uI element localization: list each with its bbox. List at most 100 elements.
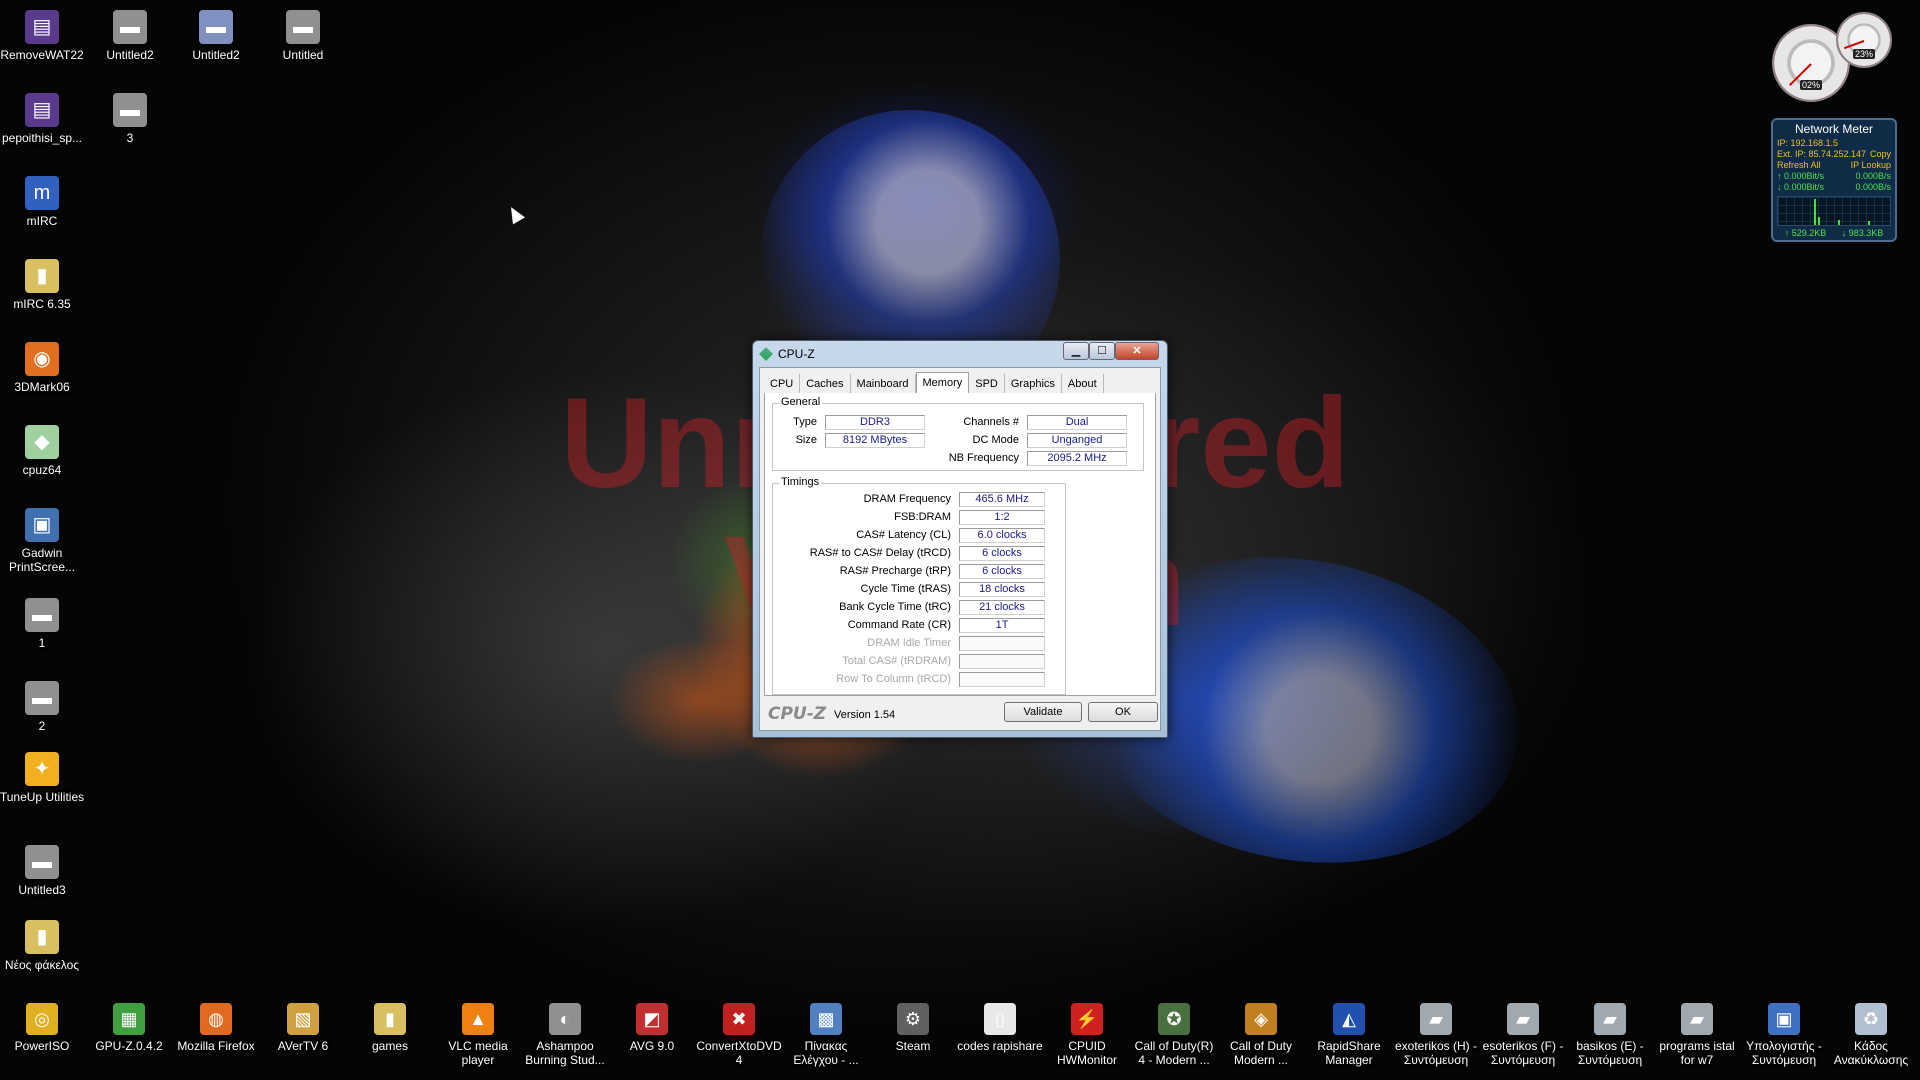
taskbar-icon-label: ConvertXtoDVD 4 <box>696 1039 782 1067</box>
image-file-icon: ▬ <box>113 93 147 127</box>
timing-value: 6 clocks <box>959 564 1045 579</box>
taskbar-icon-17[interactable]: ▰ esoterikos (F) - Συντόμευση <box>1480 1003 1566 1067</box>
taskbar-icon-9[interactable]: ▩ Πίνακας Ελέγχου - ... <box>783 1003 869 1067</box>
network-meter-title: Network Meter <box>1794 122 1874 136</box>
ip-lookup-link[interactable]: IP Lookup <box>1851 160 1891 171</box>
winrar-archive-icon: ▤ <box>25 93 59 127</box>
taskbar-icon-14[interactable]: ◈ Call of Duty Modern ... <box>1218 1003 1304 1067</box>
desktop-icon-5[interactable]: ◆ cpuz64 <box>0 425 85 477</box>
hwmonitor-icon: ⚡ <box>1071 1003 1103 1035</box>
copy-link[interactable]: Copy <box>1870 149 1891 160</box>
general-group: General Type DDR3 Size 8192 MBytes Chann… <box>772 396 1144 471</box>
desktop-icon-label: Νέος φάκελος <box>4 958 80 972</box>
upload-rate-bits: ↑ 0.000Bit/s <box>1777 171 1825 181</box>
desktop-icon-4[interactable]: ◉ 3DMark06 <box>0 342 85 394</box>
refresh-all-link[interactable]: Refresh All <box>1777 160 1821 171</box>
size-label: Size <box>795 434 817 446</box>
size-value: 8192 MBytes <box>825 433 925 448</box>
taskbar-icon-20[interactable]: ▣ Υπολογιστής - Συντόμευση <box>1741 1003 1827 1067</box>
taskbar-icon-label: CPUID HWMonitor <box>1056 1039 1117 1067</box>
desktop-icon-top-0[interactable]: ▬ Untitled2 <box>173 10 259 62</box>
desktop-icon-col2-0[interactable]: ▬ Untitled2 <box>87 10 173 62</box>
taskbar-icon-19[interactable]: ▰ programs istal for w7 <box>1654 1003 1740 1067</box>
tab-memory[interactable]: Memory <box>915 372 970 395</box>
timing-label: Command Rate (CR) <box>847 619 951 631</box>
zip-folder-icon: ▮ <box>374 1003 406 1035</box>
ram-meter-gadget[interactable]: 23% <box>1836 12 1892 68</box>
taskbar-icon-label: AVG 9.0 <box>629 1039 675 1053</box>
image-file-icon: ▬ <box>25 845 59 879</box>
desktop-icon-label: TuneUp Utilities <box>0 790 85 804</box>
timing-value: 1T <box>959 618 1045 633</box>
timing-value <box>959 654 1045 669</box>
desktop-icon-0[interactable]: ▤ RemoveWAT22 <box>0 10 85 62</box>
taskbar-icon-13[interactable]: ✪ Call of Duty(R) 4 - Modern ... <box>1131 1003 1217 1067</box>
taskbar-icon-1[interactable]: ▦ GPU-Z.0.4.2 <box>86 1003 172 1053</box>
desktop-icon-top-1[interactable]: ▬ Untitled <box>260 10 346 62</box>
taskbar-icon-4[interactable]: ▮ games <box>347 1003 433 1053</box>
desktop-icon-6[interactable]: ▣ Gadwin PrintScree... <box>0 508 85 574</box>
desktop-icon-9[interactable]: ✦ TuneUp Utilities <box>0 752 85 804</box>
minimize-button[interactable]: ▁ <box>1063 342 1089 360</box>
timing-value: 6.0 clocks <box>959 528 1045 543</box>
taskbar-icon-5[interactable]: ▲ VLC media player <box>435 1003 521 1067</box>
nb-frequency-value: 2095.2 MHz <box>1027 451 1127 466</box>
3dmark-icon: ◉ <box>25 342 59 376</box>
zip-folder-icon: ▮ <box>25 920 59 954</box>
timings-group: Timings DRAM Frequency 465.6 MHz FSB:DRAM 1… <box>772 476 1066 695</box>
tab-mainboard[interactable]: Mainboard <box>850 374 916 394</box>
taskbar-icon-16[interactable]: ▰ exoterikos (H) - Συντόμευση <box>1393 1003 1479 1067</box>
taskbar-icon-label: Call of Duty(R) 4 - Modern ... <box>1134 1039 1214 1067</box>
taskbar-icon-label: esoterikos (F) - Συντόμευση <box>1482 1039 1564 1067</box>
desktop-icon-col2-1[interactable]: ▬ 3 <box>87 93 173 145</box>
desktop-icon-10[interactable]: ▬ Untitled3 <box>0 845 85 897</box>
memory-panel: General Type DDR3 Size 8192 MBytes Chann… <box>764 393 1156 696</box>
taskbar-icon-3[interactable]: ▧ AVerTV 6 <box>260 1003 346 1053</box>
tab-graphics[interactable]: Graphics <box>1004 374 1062 394</box>
close-button[interactable]: ✕ <box>1115 342 1159 360</box>
zip-folder-icon: ▮ <box>25 259 59 293</box>
taskbar-icon-6[interactable]: ◐ Ashampoo Burning Stud... <box>522 1003 608 1067</box>
external-ip: Ext. IP: 85.74.252.147 <box>1777 149 1867 159</box>
nb-frequency-label: NB Frequency <box>948 452 1019 464</box>
timing-value: 21 clocks <box>959 600 1045 615</box>
taskbar-icon-label: VLC media player <box>448 1039 508 1067</box>
desktop-icon-label: RemoveWAT22 <box>0 48 84 62</box>
taskbar-icon-label: exoterikos (H) - Συντόμευση <box>1394 1039 1477 1067</box>
tuneup-icon: ✦ <box>25 752 59 786</box>
validate-button[interactable]: Validate <box>1004 702 1082 722</box>
network-meter-gadget[interactable]: Network Meter IP: 192.168.1.5 Ext. IP: 8… <box>1771 118 1897 242</box>
ashampoo-icon: ◐ <box>549 1003 581 1035</box>
tab-spd[interactable]: SPD <box>969 374 1005 394</box>
maximize-button[interactable]: ☐ <box>1089 342 1115 360</box>
window-title: CPU-Z <box>778 347 815 361</box>
ok-button[interactable]: OK <box>1088 702 1158 722</box>
taskbar-icon-label: Πίνακας Ελέγχου - ... <box>793 1039 859 1067</box>
network-traffic-graph <box>1777 196 1891 226</box>
taskbar-icon-0[interactable]: ◎ PowerISO <box>0 1003 85 1053</box>
desktop-icon-8[interactable]: ▬ 2 <box>0 681 85 733</box>
tab-cpu[interactable]: CPU <box>764 374 801 394</box>
taskbar-icon-2[interactable]: ◍ Mozilla Firefox <box>173 1003 259 1053</box>
tab-caches[interactable]: Caches <box>800 374 851 394</box>
tab-about[interactable]: About <box>1061 374 1104 394</box>
desktop-icon-top-label: Untitled <box>282 48 324 62</box>
desktop-icon-11[interactable]: ▮ Νέος φάκελος <box>0 920 85 972</box>
taskbar-icon-15[interactable]: ◭ RapidShare Manager <box>1306 1003 1392 1067</box>
cpuz-client-area: CPU Caches Mainboard Memory SPD Graphics… <box>759 367 1161 731</box>
taskbar-icon-12[interactable]: ⚡ CPUID HWMonitor <box>1044 1003 1130 1067</box>
taskbar-icon-8[interactable]: ✖ ConvertXtoDVD 4 <box>696 1003 782 1067</box>
cpuz-brand-logo: CPU-Z <box>768 704 827 724</box>
taskbar-icon-7[interactable]: ◩ AVG 9.0 <box>609 1003 695 1053</box>
desktop-icon-2[interactable]: m mIRC <box>0 176 85 228</box>
taskbar-icon-10[interactable]: ⚙ Steam <box>870 1003 956 1053</box>
desktop-icon-1[interactable]: ▤ pepoithisi_sp... <box>0 93 85 145</box>
taskbar-icon-11[interactable]: ▯ codes rapishare <box>957 1003 1043 1053</box>
cpuz-window[interactable]: CPU-Z ▁ ☐ ✕ CPU Caches Mainboard Memory … <box>752 340 1168 738</box>
general-group-title: General <box>779 396 823 408</box>
timing-value <box>959 672 1045 687</box>
desktop-icon-3[interactable]: ▮ mIRC 6.35 <box>0 259 85 311</box>
taskbar-icon-18[interactable]: ▰ basikos (E) - Συντόμευση <box>1567 1003 1653 1067</box>
taskbar-icon-21[interactable]: ♻ Κάδος Ανακύκλωσης <box>1828 1003 1914 1067</box>
desktop-icon-7[interactable]: ▬ 1 <box>0 598 85 650</box>
